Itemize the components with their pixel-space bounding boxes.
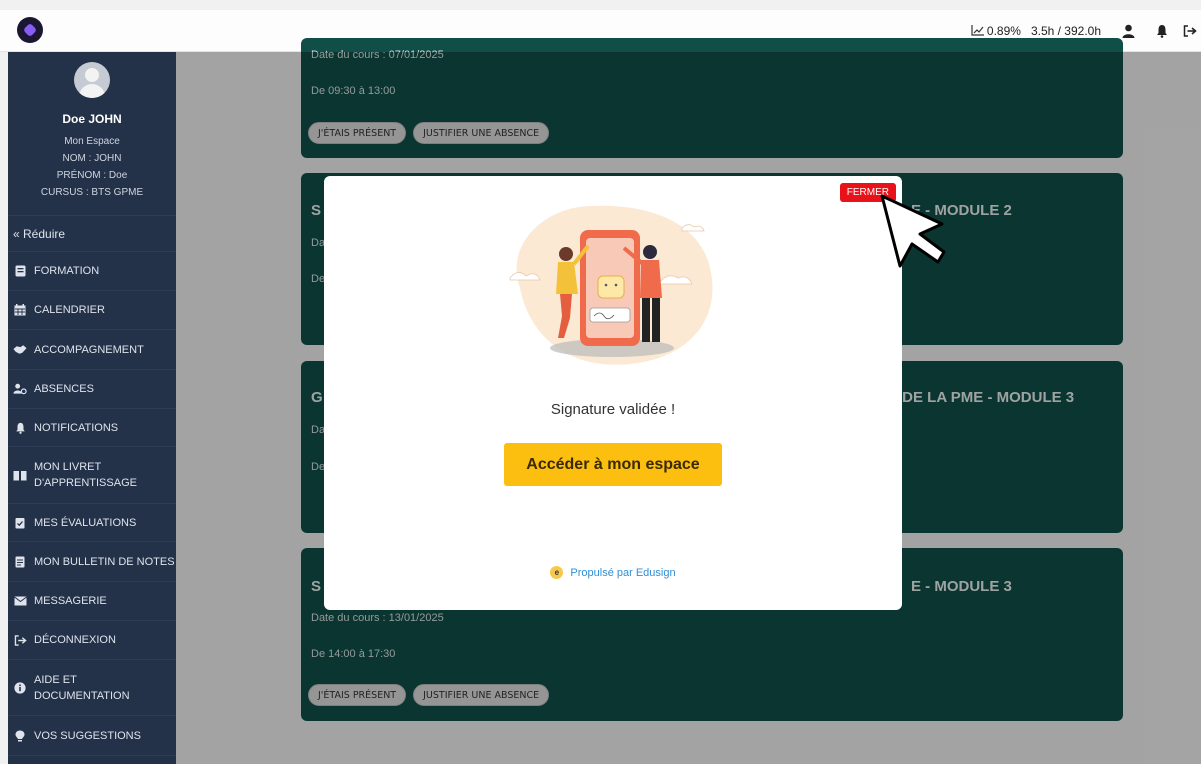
sidebar-item-deconnexion[interactable]: DÉCONNEXION	[8, 621, 176, 660]
sidebar-item-label: DÉCONNEXION	[34, 634, 116, 646]
signature-title: Signature validée !	[550, 401, 676, 418]
signature-modal: FERMER Signature validée ! Accéder à mon…	[324, 176, 902, 610]
lightbulb-icon	[13, 730, 27, 742]
sidebar-item-label: MESSAGERIE	[34, 595, 107, 607]
sidebar-item-collapse[interactable]: « Réduire	[8, 216, 176, 252]
progress-stat: 0.89%	[971, 24, 1021, 39]
mouse-cursor-icon	[880, 194, 946, 268]
user-icon[interactable]	[1111, 24, 1145, 38]
sidebar-item-label: CALENDRIER	[34, 304, 105, 316]
report-icon	[13, 556, 27, 568]
sidebar-item-label: MES ÉVALUATIONS	[34, 516, 137, 529]
sidebar-item-label: AIDE ET DOCUMENTATION	[34, 673, 130, 702]
handshake-icon	[13, 344, 27, 355]
my-space-link[interactable]: Mon Espace	[8, 133, 176, 150]
clipboard-check-icon	[13, 517, 27, 529]
sidebar-item-label: MON LIVRET D'APPRENTISSAGE	[34, 461, 137, 489]
hours-stat: 3.5h / 392.0h	[1031, 24, 1101, 38]
envelope-icon	[13, 596, 27, 606]
edusign-logo-icon: e	[550, 566, 564, 579]
bell-icon	[13, 422, 27, 434]
sidebar-item-absences[interactable]: ABSENCES	[8, 370, 176, 409]
powered-by[interactable]: e Propulsé par Edusign	[324, 566, 902, 579]
access-space-button[interactable]: Accéder à mon espace	[504, 443, 722, 486]
hours-value: 3.5h / 392.0h	[1030, 24, 1101, 38]
sidebar-item-calendrier[interactable]: CALENDRIER	[8, 291, 176, 330]
users-icon	[13, 383, 27, 395]
app-logo[interactable]	[17, 17, 43, 43]
sidebar-item-formation[interactable]: FORMATION	[8, 252, 176, 291]
powered-by-label: Propulsé par Edusign	[570, 566, 676, 579]
profile-name: Doe JOHN	[62, 112, 122, 126]
profile-lastname: NOM : JOHN	[62, 153, 122, 164]
sign-out-icon	[13, 634, 27, 646]
sidebar-item-messagerie[interactable]: MESSAGERIE	[8, 582, 176, 621]
sidebar: Doe JOHN Mon Espace NOM : JOHN PRÉNOM : …	[8, 52, 176, 764]
book-icon	[13, 265, 27, 277]
open-book-icon	[13, 470, 27, 481]
sidebar-item-aide[interactable]: AIDE ET DOCUMENTATION	[8, 660, 176, 716]
sidebar-item-accompagnement[interactable]: ACCOMPAGNEMENT	[8, 330, 176, 370]
sidebar-item-label: MON BULLETIN DE NOTES	[34, 555, 175, 568]
sidebar-item-label: ACCOMPAGNEMENT	[34, 343, 144, 356]
progress-percent: 0.89%	[986, 24, 1021, 38]
sidebar-item-livret[interactable]: MON LIVRET D'APPRENTISSAGE	[8, 447, 176, 504]
profile-cursus: CURSUS : BTS GPME	[40, 187, 144, 198]
calendar-icon	[13, 304, 27, 316]
sidebar-item-notifications[interactable]: NOTIFICATIONS	[8, 409, 176, 447]
sidebar-item-label: « Réduire	[13, 226, 66, 241]
sidebar-item-label: ABSENCES	[34, 383, 94, 395]
bell-icon[interactable]	[1145, 24, 1179, 38]
sidebar-item-evaluations[interactable]: MES ÉVALUATIONS	[8, 504, 176, 542]
sidebar-item-suggestions[interactable]: VOS SUGGESTIONS	[8, 716, 176, 756]
avatar	[74, 62, 110, 98]
sidebar-item-label: FORMATION	[34, 265, 100, 277]
profile-firstname: PRÉNOM : Doe	[56, 170, 128, 181]
sidebar-item-label: VOS SUGGESTIONS	[34, 729, 141, 742]
info-icon	[13, 681, 27, 694]
sidebar-item-label: NOTIFICATIONS	[34, 421, 119, 434]
logout-icon[interactable]	[1179, 25, 1201, 37]
chart-line-icon	[971, 24, 985, 39]
signature-illustration	[509, 205, 713, 365]
profile-panel: Doe JOHN Mon Espace NOM : JOHN PRÉNOM : …	[8, 52, 176, 216]
sidebar-item-bulletin[interactable]: MON BULLETIN DE NOTES	[8, 542, 176, 582]
